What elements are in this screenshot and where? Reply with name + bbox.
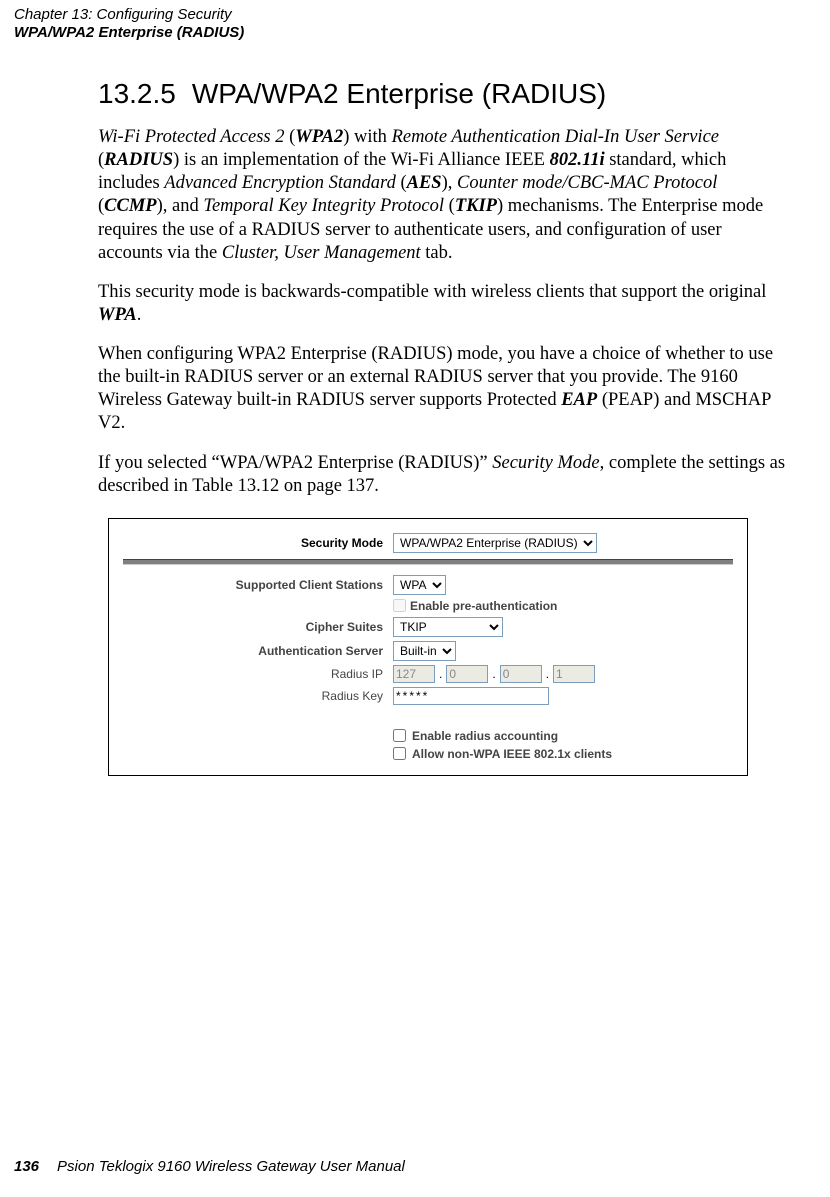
text: tab. [421, 243, 453, 263]
radius-ip-4[interactable] [553, 665, 595, 683]
text: Cluster, User Management [222, 243, 421, 263]
supported-clients-label: Supported Client Stations [123, 578, 393, 592]
paragraph-1: Wi-Fi Protected Access 2 (WPA2) with Rem… [98, 126, 788, 265]
radius-ip-2[interactable] [446, 665, 488, 683]
page-number: 136 [14, 1158, 39, 1175]
paragraph-4: If you selected “WPA/WPA2 Enterprise (RA… [98, 452, 788, 498]
section-heading: 13.2.5 WPA/WPA2 Enterprise (RADIUS) [98, 78, 788, 110]
text: Wi-Fi Protected Access 2 [98, 127, 284, 147]
text: ) is an implementation of the Wi-Fi Alli… [173, 150, 550, 170]
auth-server-label: Authentication Server [123, 644, 393, 658]
supported-clients-select[interactable]: WPA [393, 575, 446, 595]
header-section: WPA/WPA2 Enterprise (RADIUS) [14, 24, 244, 42]
nonwpa-checkbox[interactable] [393, 747, 406, 760]
footer: 136 Psion Teklogix 9160 Wireless Gateway … [14, 1158, 405, 1175]
text: TKIP [455, 196, 497, 216]
row-radius-key: Radius Key [123, 687, 733, 705]
footer-text: Psion Teklogix 9160 Wireless Gateway Use… [57, 1158, 405, 1175]
text: If you selected “WPA/WPA2 Enterprise (RA… [98, 453, 492, 473]
text: WPA [98, 305, 137, 325]
text: Security Mode [492, 453, 599, 473]
radius-ip-3[interactable] [500, 665, 542, 683]
main-content: 13.2.5 WPA/WPA2 Enterprise (RADIUS) Wi-Fi… [98, 78, 788, 776]
preauth-checkbox[interactable] [393, 599, 406, 612]
nonwpa-label: Allow non-WPA IEEE 802.1x clients [412, 747, 612, 761]
row-accounting: Enable radius accounting [393, 729, 733, 743]
row-supported-clients: Supported Client Stations WPA [123, 575, 733, 595]
cipher-select[interactable]: TKIP [393, 617, 503, 637]
text: ( [396, 173, 407, 193]
section-title: WPA/WPA2 Enterprise (RADIUS) [192, 78, 606, 109]
row-security-mode: Security Mode WPA/WPA2 Enterprise (RADIU… [123, 533, 733, 553]
header-chapter: Chapter 13: Configuring Security [14, 6, 244, 24]
row-nonwpa: Allow non-WPA IEEE 802.1x clients [393, 747, 733, 761]
text: ( [444, 196, 455, 216]
radius-ip-1[interactable] [393, 665, 435, 683]
security-mode-label: Security Mode [123, 536, 393, 550]
row-radius-ip: Radius IP . . . [123, 665, 733, 683]
security-mode-select[interactable]: WPA/WPA2 Enterprise (RADIUS) [393, 533, 597, 553]
text: Counter mode/CBC-MAC Protocol [457, 173, 717, 193]
text: RADIUS [104, 150, 173, 170]
auth-server-select[interactable]: Built-in [393, 641, 456, 661]
radius-ip-label: Radius IP [123, 667, 393, 681]
radius-key-input[interactable] [393, 687, 549, 705]
text: WPA2 [295, 127, 343, 147]
text: CCMP [104, 196, 156, 216]
text: Remote Authentication Dial-In User Servi… [392, 127, 719, 147]
cipher-label: Cipher Suites [123, 620, 393, 634]
settings-figure: Security Mode WPA/WPA2 Enterprise (RADIU… [108, 518, 748, 776]
radius-key-label: Radius Key [123, 689, 393, 703]
row-auth-server: Authentication Server Built-in [123, 641, 733, 661]
preauth-label: Enable pre-authentication [410, 599, 557, 613]
accounting-label: Enable radius accounting [412, 729, 558, 743]
text: ), and [157, 196, 204, 216]
running-header: Chapter 13: Configuring Security WPA/WPA… [14, 6, 244, 42]
row-cipher: Cipher Suites TKIP [123, 617, 733, 637]
text: Temporal Key Integrity Protocol [203, 196, 444, 216]
text: Advanced Encryption Standard [164, 173, 396, 193]
text: . [137, 305, 142, 325]
text: This security mode is backwards-compatib… [98, 282, 766, 302]
bottom-checkboxes: Enable radius accounting Allow non-WPA I… [123, 729, 733, 761]
text: ( [284, 127, 295, 147]
text: EAP [561, 390, 597, 410]
text: 802.11i [550, 150, 605, 170]
dot: . [439, 667, 442, 681]
paragraph-3: When configuring WPA2 Enterprise (RADIUS… [98, 343, 788, 436]
text: AES [407, 173, 442, 193]
text: ), [442, 173, 457, 193]
dot: . [492, 667, 495, 681]
dot: . [546, 667, 549, 681]
text: ) with [343, 127, 391, 147]
accounting-checkbox[interactable] [393, 729, 406, 742]
paragraph-2: This security mode is backwards-compatib… [98, 281, 788, 327]
row-preauth: Enable pre-authentication [123, 599, 733, 613]
separator [123, 559, 733, 565]
section-number: 13.2.5 [98, 78, 176, 109]
